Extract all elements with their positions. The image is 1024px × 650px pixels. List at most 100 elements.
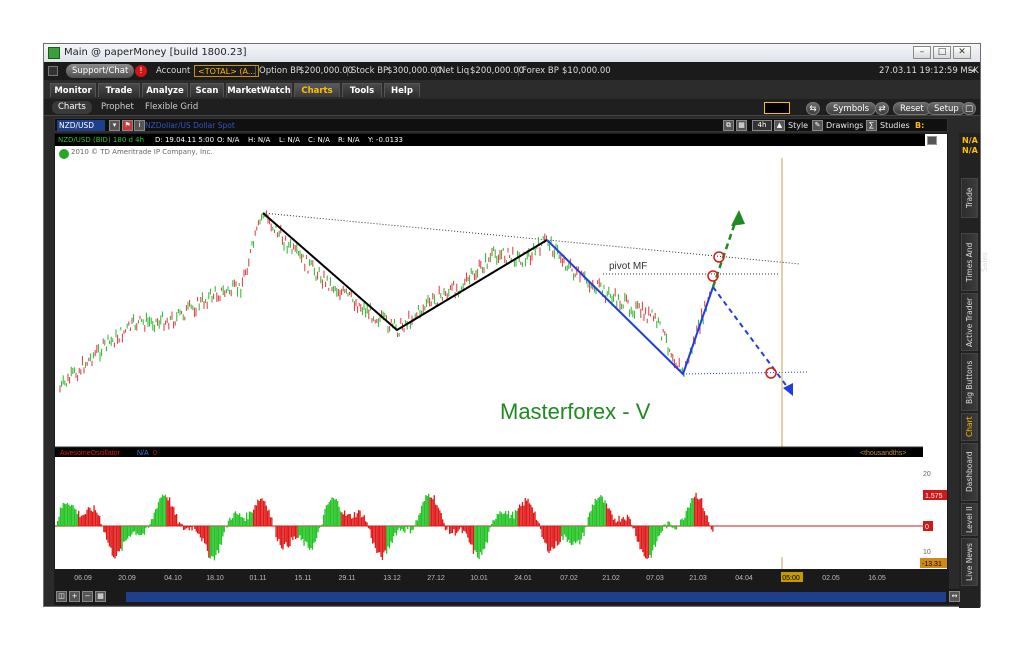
clock: 27.03.11 19:12:59 MSK [879,66,979,76]
subtab-flexible-grid[interactable]: Flexible Grid [145,101,198,114]
drawings-button[interactable]: Drawings [826,119,863,132]
side-tab-dashboard[interactable]: Dashboard [961,443,978,501]
close-button[interactable]: ✕ [953,46,971,59]
chart-bottom-bar: ◫ + − ▦ ↔ [54,589,960,605]
side-tab-trade[interactable]: Trade [961,178,978,218]
account-select[interactable]: <TOTAL> (A... [194,65,260,77]
flag-icon[interactable]: ⚑ [122,120,133,131]
zoom-in-icon[interactable]: + [69,591,80,602]
alert-badge[interactable]: ! [135,65,147,77]
print-icon[interactable]: □ [962,102,976,115]
oscillator-bar [230,519,232,526]
tab-marketwatch[interactable]: MarketWatch [226,83,292,97]
sync-icon[interactable]: ⇄ [875,102,889,115]
zero-badge-text: 0 [925,524,929,531]
x-axis-label: 01.11 [250,575,267,582]
studies-button[interactable]: Studies [880,119,910,132]
oscillator-bar [75,509,77,526]
tab-charts[interactable]: Charts [294,83,340,97]
reset-button[interactable]: Reset [893,102,931,115]
oscillator-bar [132,526,134,532]
zoom-icon[interactable]: ⧉ [723,120,734,131]
tab-tools[interactable]: Tools [342,83,382,97]
symbol-input[interactable]: NZD/USD [57,120,105,131]
side-tab-chart[interactable]: Chart [961,413,978,441]
tab-scan[interactable]: Scan [190,83,224,97]
oscillator-bar [113,526,115,558]
maximize-button[interactable]: □ [933,46,951,59]
color-swatch[interactable] [764,102,790,114]
support-chat-button[interactable]: Support/Chat [66,64,135,78]
oscillator-bar [579,526,581,545]
oscillator-bar [169,497,171,526]
info-icon[interactable]: i [134,120,145,131]
horizontal-scrollbar[interactable] [126,592,946,602]
zoom-out-icon[interactable]: − [82,591,93,602]
option-bp-label: Option BP [259,66,302,76]
oscillator-bar [583,526,585,537]
bearish-projection [712,286,792,393]
oscillator-bar [640,526,643,550]
oscillator-bar [76,514,78,526]
style-button[interactable]: Style [788,119,808,132]
tab-monitor[interactable]: Monitor [50,83,96,97]
oscillator-bar [100,523,102,526]
oscillator-bar [624,519,626,526]
oscillator-bar [82,515,84,526]
studies-icon[interactable]: ∑ [866,120,877,131]
side-tab-big-buttons[interactable]: Big Buttons [961,353,978,411]
oscillator-bar [212,526,214,557]
subtab-charts[interactable]: Charts [52,101,92,114]
tab-trade[interactable]: Trade [98,83,140,97]
period-select[interactable]: 4h [752,120,772,131]
side-tab-active-trader[interactable]: Active Trader [961,293,978,351]
arrow-icon[interactable]: → [968,62,975,80]
oscillator-bar [426,496,428,526]
oscillator-bar [229,517,231,526]
oscillator-bar [407,526,409,530]
oscillator-bar [533,512,535,526]
x-axis-label: 15.11 [295,575,312,582]
oscillator-bar [71,504,73,526]
drawing-tool-icon[interactable]: ◫ [56,591,67,602]
oscillator-bar [705,515,707,526]
fit-icon[interactable]: ▦ [95,591,106,602]
subtab-prophet[interactable]: Prophet [101,101,134,114]
tab-analyze[interactable]: Analyze [142,83,188,97]
oscillator-bar [351,518,353,526]
oscillator-bar [419,512,421,526]
scroll-arrows-icon[interactable]: ↔ [949,591,960,602]
style-icon[interactable]: ▲ [774,120,785,131]
oscillator-bar [395,526,398,536]
oscillator-bar [563,526,566,535]
na-value-1: N/A [962,136,978,145]
side-tab-times-and-sales[interactable]: Times And Sales [961,233,989,291]
link-icon[interactable]: ⇆ [806,102,820,115]
oscillator-bar [521,501,524,526]
oscillator-bar [647,526,650,558]
oscillator-bar [386,526,388,554]
symbols-button[interactable]: Symbols [826,102,877,115]
oscillator-bar [293,526,295,537]
oscillator-bar [687,507,689,526]
side-tab-level-ii[interactable]: Level II [961,503,978,536]
bullish-arrow-icon [731,210,745,226]
oscillator-bar [255,505,258,526]
drawings-icon[interactable]: ✎ [812,120,823,131]
oscillator-bar [220,526,223,545]
minimize-button[interactable]: – [913,46,931,59]
tab-help[interactable]: Help [384,83,420,97]
oscillator-bar [275,526,277,538]
dropdown-icon[interactable]: ▾ [109,120,120,131]
oscillator-bar [415,520,417,526]
oscillator-bar [240,516,242,526]
oscillator-bar [233,512,235,526]
side-tab-live-news[interactable]: Live News [961,538,978,586]
oscillator-bar [493,520,496,526]
oscillator-bar [114,526,116,559]
oscillator-bar [135,526,137,536]
oscillator-bar [260,498,262,526]
chart-area[interactable]: NZD/USD (BID) 180 d 4h D: 19.04.11 5:00 … [54,133,949,589]
grid-icon[interactable]: ▦ [736,120,747,131]
setup-button[interactable]: Setup [927,102,966,115]
